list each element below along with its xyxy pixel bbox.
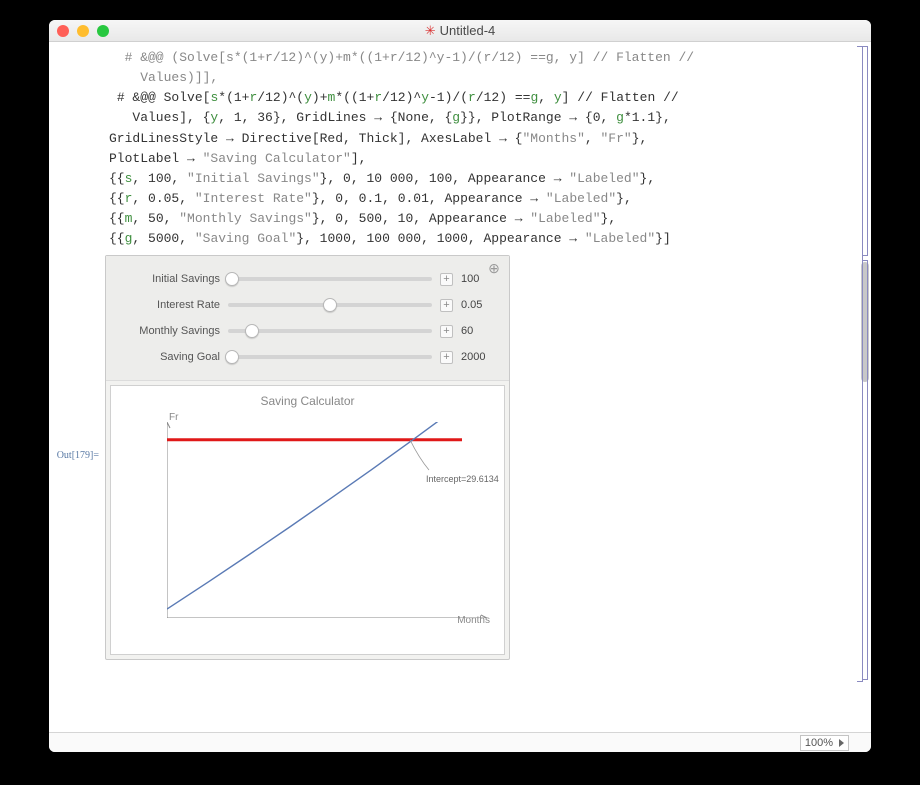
slider-monthly-savings: Monthly Savings + 60 [120, 318, 495, 344]
slider-animate-button[interactable]: + [440, 351, 453, 364]
slider-track[interactable] [228, 277, 432, 281]
slider-thumb[interactable] [225, 272, 239, 286]
footer-bar: 100% [49, 732, 871, 752]
slider-animate-button[interactable]: + [440, 273, 453, 286]
slider-track[interactable] [228, 303, 432, 307]
panel-options-button[interactable]: ⊕ [487, 262, 501, 276]
chart-svg: 05101520253035 500100015002000 [167, 422, 487, 618]
controls-panel: ⊕ Initial Savings + 100 Interest Rate + … [106, 256, 509, 381]
slider-value: 60 [461, 325, 495, 337]
chevron-right-icon [839, 739, 844, 747]
slider-interest-rate: Interest Rate + 0.05 [120, 292, 495, 318]
chart-title: Saving Calculator [111, 386, 504, 408]
mathematica-icon: ✳ [425, 23, 436, 39]
slider-label: Saving Goal [120, 351, 220, 363]
slider-saving-goal: Saving Goal + 2000 [120, 344, 495, 370]
savings-curve [167, 422, 462, 609]
input-cell[interactable]: # &@@ (Solve[s*(1+r/12)^(y)+m*((1+r/12)^… [49, 48, 871, 255]
cell-bracket[interactable] [860, 46, 868, 682]
slider-thumb[interactable] [225, 350, 239, 364]
manipulate-panel: ⊕ Initial Savings + 100 Interest Rate + … [105, 255, 510, 660]
slider-animate-button[interactable]: + [440, 325, 453, 338]
zoom-menu[interactable]: 100% [800, 735, 849, 751]
slider-value: 0.05 [461, 299, 495, 311]
chart: Saving Calculator Fr Months [110, 385, 505, 655]
output-cell: Out[179]= ⊕ Initial Savings + 100 Intere… [49, 255, 871, 660]
slider-label: Initial Savings [120, 273, 220, 285]
slider-track[interactable] [228, 329, 432, 333]
out-label: Out[179]= [49, 255, 105, 461]
slider-label: Interest Rate [120, 299, 220, 311]
window: ✳ Untitled-4 # &@@ (Solve[s*(1+r/12)^(y)… [49, 20, 871, 752]
window-title-text: Untitled-4 [440, 23, 496, 38]
window-title: ✳ Untitled-4 [49, 23, 871, 39]
notebook-content[interactable]: # &@@ (Solve[s*(1+r/12)^(y)+m*((1+r/12)^… [49, 42, 871, 732]
slider-initial-savings: Initial Savings + 100 [120, 266, 495, 292]
slider-thumb[interactable] [245, 324, 259, 338]
zoom-value: 100% [805, 737, 833, 749]
titlebar: ✳ Untitled-4 [49, 20, 871, 42]
slider-value: 2000 [461, 351, 495, 363]
slider-track[interactable] [228, 355, 432, 359]
intercept-label: Intercept=29.6134 [426, 474, 499, 484]
slider-thumb[interactable] [323, 298, 337, 312]
slider-animate-button[interactable]: + [440, 299, 453, 312]
slider-label: Monthly Savings [120, 325, 220, 337]
